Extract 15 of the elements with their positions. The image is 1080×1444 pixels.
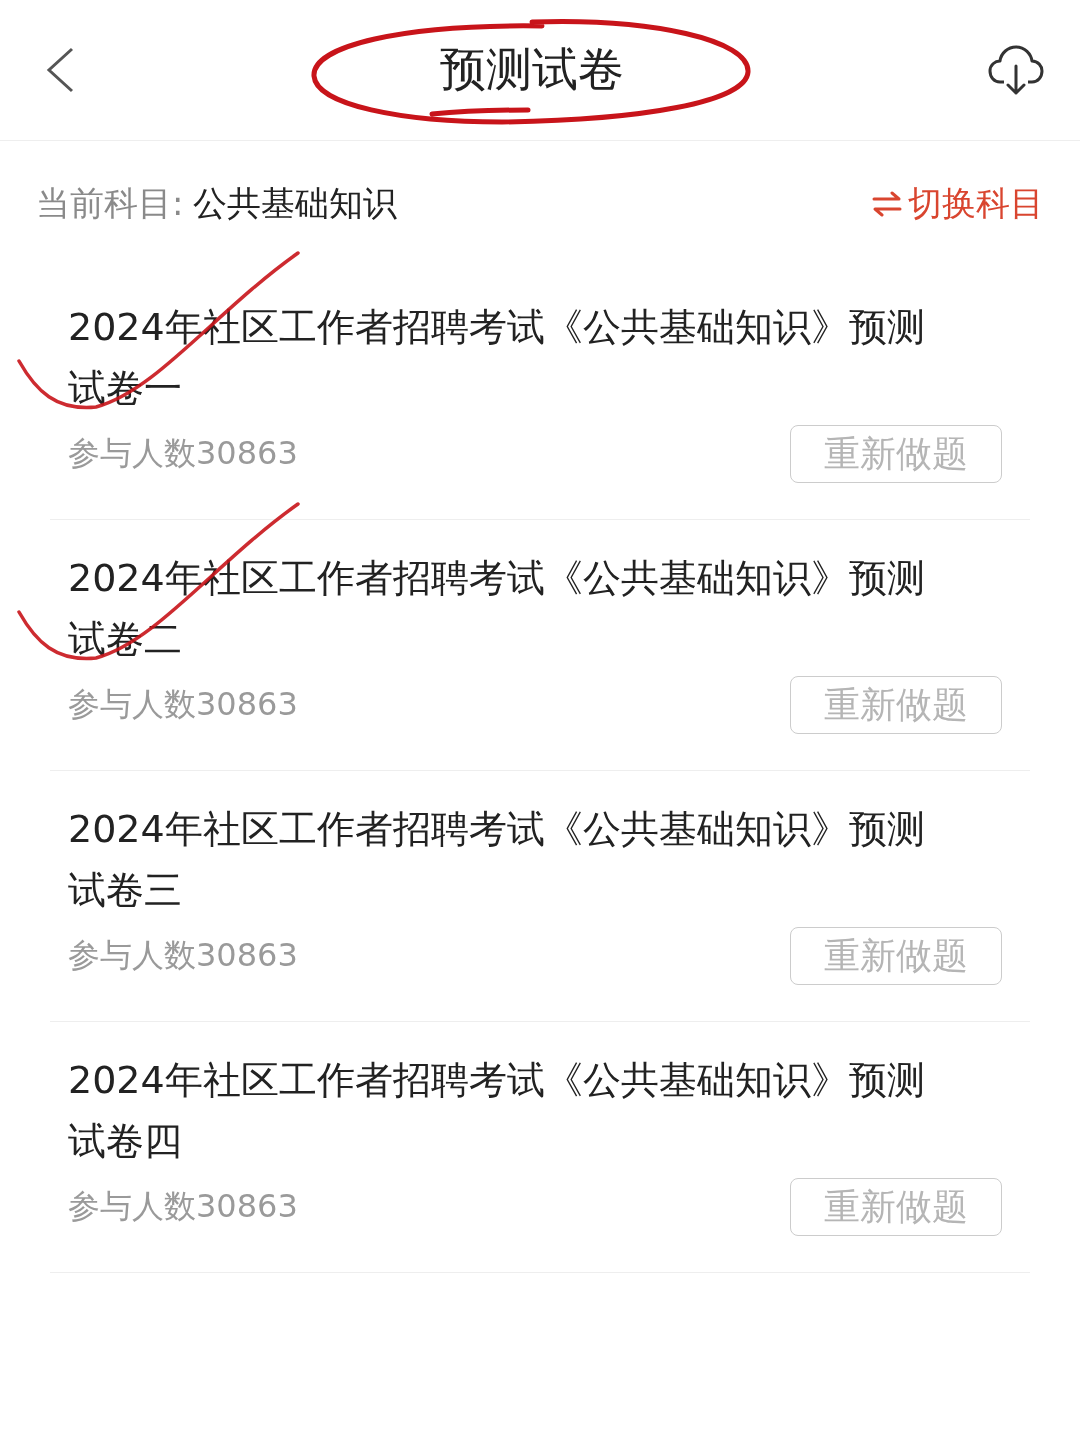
participant-count: 参与人数30863 xyxy=(68,935,298,976)
subject-label: 当前科目: xyxy=(36,182,184,225)
paper-title[interactable]: 2024年社区工作者招聘考试《公共基础知识》预测试卷四 xyxy=(68,1050,938,1172)
cloud-download-icon xyxy=(988,44,1044,96)
swap-icon xyxy=(872,191,902,217)
subject-value: 公共基础知识 xyxy=(193,182,398,225)
back-button[interactable] xyxy=(44,46,76,94)
download-button[interactable] xyxy=(988,44,1044,96)
switch-subject-button[interactable]: 切换科目 xyxy=(872,181,1044,227)
page-title: 预测试卷 xyxy=(440,41,624,98)
paper-title[interactable]: 2024年社区工作者招聘考试《公共基础知识》预测试卷三 xyxy=(68,799,938,921)
back-icon xyxy=(44,46,76,94)
participant-count: 参与人数30863 xyxy=(68,684,298,725)
participant-count: 参与人数30863 xyxy=(68,1186,298,1227)
participant-count: 参与人数30863 xyxy=(68,433,298,474)
